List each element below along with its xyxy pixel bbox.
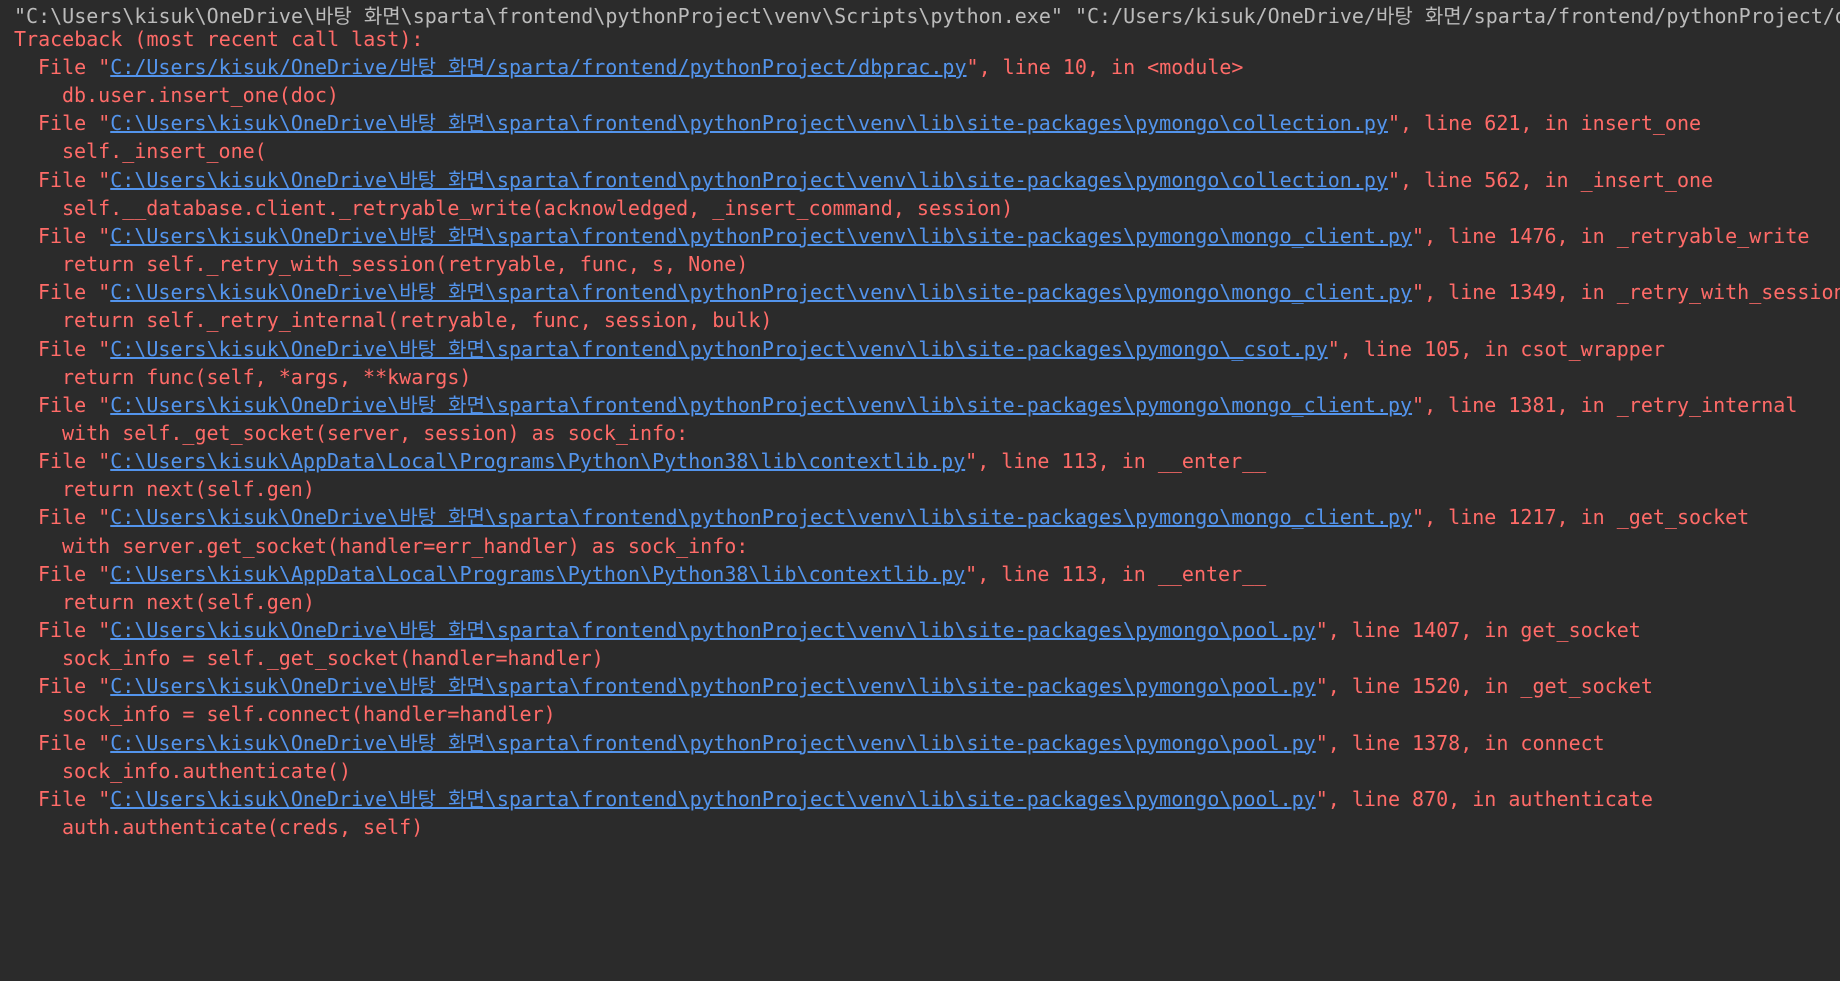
traceback-file-line: File "C:\Users\kisuk\OneDrive\바탕 화면\spar… [38,107,1701,140]
run-console-output: "C:\Users\kisuk\OneDrive\바탕 화면\sparta\fr… [0,0,1840,981]
frame-location-info: ", line 1378, in connect [1315,730,1605,755]
file-path-link[interactable]: C:\Users\kisuk\OneDrive\바탕 화면\sparta\fro… [110,731,1315,755]
file-prefix: File " [38,223,111,248]
file-prefix: File " [38,167,111,192]
file-prefix: File " [38,674,111,699]
file-prefix: File " [38,786,111,811]
file-prefix: File " [38,336,111,361]
file-prefix: File " [38,392,111,417]
file-path-link[interactable]: C:\Users\kisuk\OneDrive\바탕 화면\sparta\fro… [110,337,1328,361]
frame-location-info: ", line 1476, in _retryable_write [1412,223,1810,248]
file-prefix: File " [38,449,111,474]
frame-location-info: ", line 870, in authenticate [1315,786,1653,811]
file-path-link[interactable]: C:\Users\kisuk\OneDrive\바탕 화면\sparta\fro… [110,224,1412,248]
file-prefix: File " [38,618,111,642]
file-prefix: File " [38,505,111,530]
file-prefix: File " [38,55,111,79]
file-path-link[interactable]: C:\Users\kisuk\OneDrive\바탕 화면\sparta\fro… [110,111,1388,135]
file-path-link[interactable]: C:\Users\kisuk\OneDrive\바탕 화면\sparta\fro… [110,618,1315,642]
frame-location-info: ", line 1381, in _retry_internal [1412,392,1798,417]
frame-location-info: ", line 1349, in _retry_with_session [1412,280,1840,305]
file-path-link[interactable]: C:\Users\kisuk\AppData\Local\Programs\Py… [110,562,965,586]
frame-location-info: ", line 105, in csot_wrapper [1327,336,1665,361]
file-prefix: File " [38,561,111,586]
file-path-link[interactable]: C:\Users\kisuk\OneDrive\바탕 화면\sparta\fro… [110,787,1315,811]
file-path-link[interactable]: C:\Users\kisuk\OneDrive\바탕 화면\sparta\fro… [110,168,1388,192]
frame-location-info: ", line 113, in __enter__ [965,561,1267,586]
frame-location-info: ", line 113, in __enter__ [965,449,1267,474]
frame-location-info: ", line 1217, in _get_socket [1412,505,1750,530]
file-path-link[interactable]: C:\Users\kisuk\OneDrive\바탕 화면\sparta\fro… [110,674,1315,698]
file-prefix: File " [38,111,111,136]
frame-location-info: ", line 562, in _insert_one [1387,167,1714,192]
frame-location-info: ", line 621, in insert_one [1387,111,1702,136]
frame-location-info: ", line 1407, in get_socket [1315,618,1641,642]
file-path-link[interactable]: C:/Users/kisuk/OneDrive/바탕 화면/sparta/fro… [110,55,966,79]
frame-location-info: ", line 10, in <module> [966,55,1244,79]
file-prefix: File " [38,280,111,305]
file-path-link[interactable]: C:\Users\kisuk\OneDrive\바탕 화면\sparta\fro… [110,393,1412,417]
file-path-link[interactable]: C:\Users\kisuk\OneDrive\바탕 화면\sparta\fro… [110,280,1412,304]
traceback-code-line: auth.authenticate(creds, self) [62,815,424,840]
file-prefix: File " [38,730,111,755]
file-path-link[interactable]: C:\Users\kisuk\OneDrive\바탕 화면\sparta\fro… [110,505,1412,529]
file-path-link[interactable]: C:\Users\kisuk\AppData\Local\Programs\Py… [110,449,965,473]
frame-location-info: ", line 1520, in _get_socket [1315,674,1653,699]
